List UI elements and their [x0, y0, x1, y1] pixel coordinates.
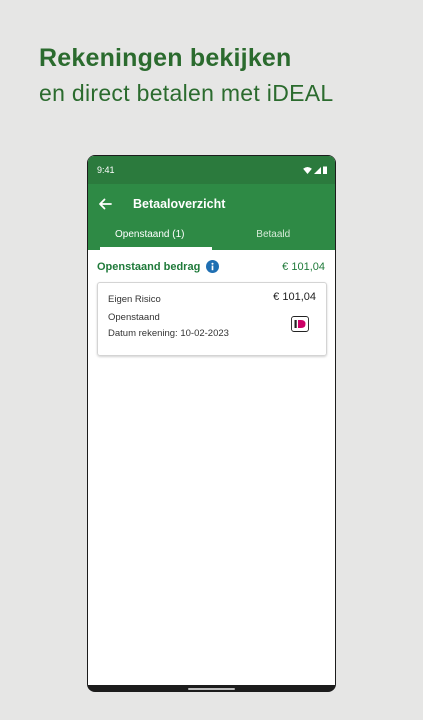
invoice-card[interactable]: Eigen Risico € 101,04 Openstaand Datum r…	[97, 282, 327, 356]
invoice-amount: € 101,04	[273, 291, 316, 303]
outstanding-amount: € 101,04	[282, 260, 325, 273]
status-icons	[303, 166, 327, 174]
outstanding-summary: Openstaand bedrag € 101,04	[88, 250, 335, 273]
home-indicator	[188, 688, 235, 690]
back-arrow-icon[interactable]	[97, 196, 113, 212]
signal-icon	[314, 166, 321, 174]
outstanding-label: Openstaand bedrag	[97, 260, 201, 273]
headline-subtitle: en direct betalen met iDEAL	[39, 80, 334, 106]
phone-screen: 9:41 Betaaloverzicht Openstaand (1) Beta…	[88, 156, 335, 685]
tab-indicator	[100, 247, 212, 250]
info-icon[interactable]	[206, 260, 220, 273]
status-time: 9:41	[97, 165, 115, 175]
battery-icon	[323, 166, 327, 174]
status-bar: 9:41	[88, 156, 335, 184]
app-bar-title: Betaaloverzicht	[133, 197, 226, 211]
tab-betaald[interactable]: Betaald	[212, 224, 336, 250]
ideal-icon[interactable]	[291, 316, 309, 332]
invoice-date: Datum rekening: 10-02-2023	[108, 328, 229, 339]
headline-title: Rekeningen bekijken	[39, 44, 292, 72]
invoice-status: Openstaand	[108, 312, 160, 323]
tab-bar: Openstaand (1) Betaald	[88, 224, 335, 250]
app-bar: Betaaloverzicht	[88, 184, 335, 224]
promo-headline: Rekeningen bekijken en direct betalen me…	[39, 42, 333, 108]
wifi-icon	[303, 166, 312, 174]
invoice-name: Eigen Risico	[108, 294, 161, 305]
